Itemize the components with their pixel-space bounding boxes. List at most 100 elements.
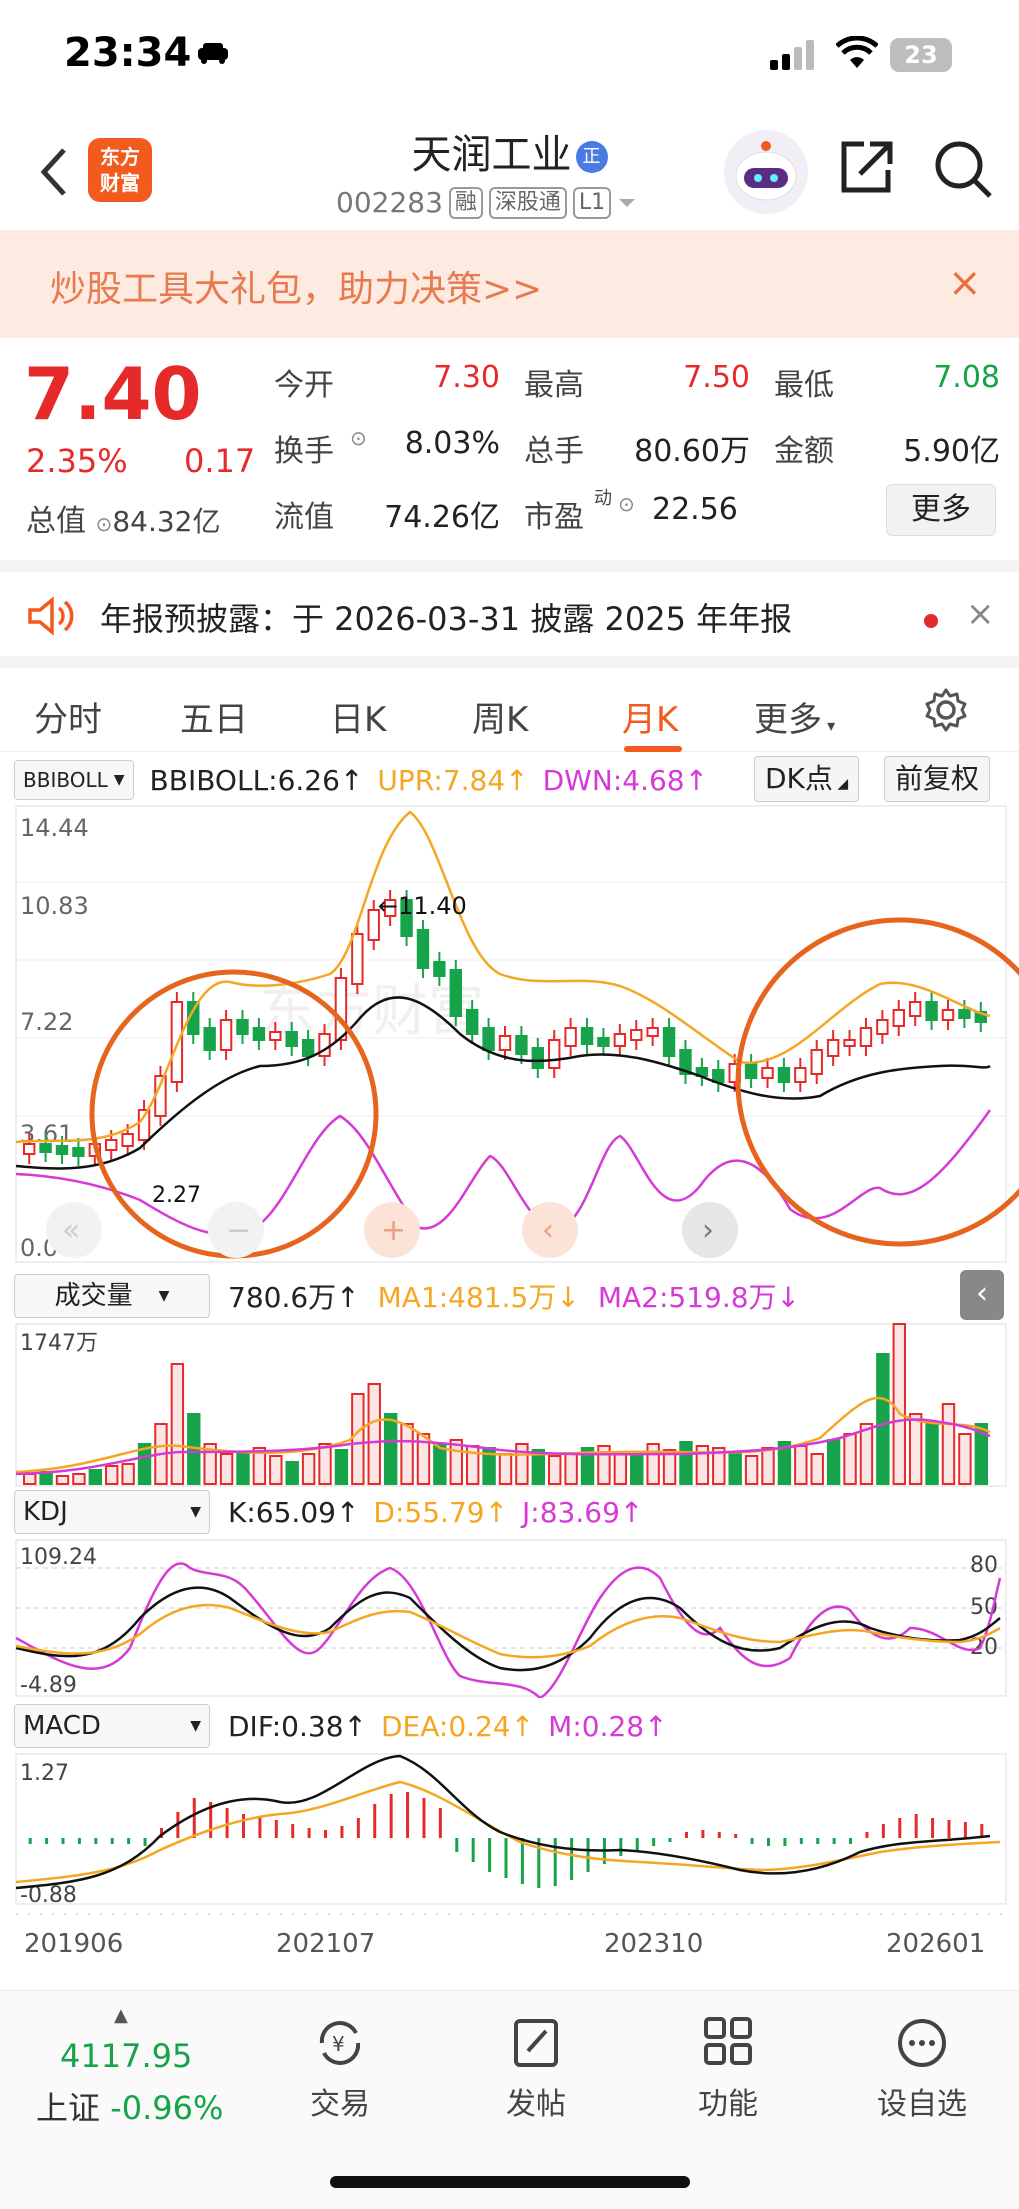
nav-add-watchlist[interactable]: 设自选	[862, 2015, 982, 2123]
promo-text[interactable]: 炒股工具大礼包，助力决策>>	[50, 260, 542, 312]
info-icon[interactable]: ⊙	[350, 426, 367, 450]
nav-post-label[interactable]: 发帖	[476, 2079, 596, 2123]
index-change[interactable]: -0.96%	[110, 2089, 223, 2127]
stock-name: 天润工业	[411, 132, 572, 178]
info-icon[interactable]: ⊙	[96, 512, 113, 536]
nav-functions[interactable]: 功能	[668, 2015, 788, 2123]
volume-bar	[826, 1439, 841, 1485]
dk-point-button[interactable]: DK点 ◢	[754, 756, 860, 802]
volume-indicator-select[interactable]: 成交量 ▼	[14, 1274, 210, 1318]
macd-indicator-select[interactable]: MACD ▼	[14, 1704, 210, 1748]
volume-bar	[105, 1465, 119, 1485]
kdj-level-80: 80	[970, 1553, 998, 1578]
share-icon[interactable]	[836, 138, 896, 198]
search-icon[interactable]	[932, 138, 994, 200]
volume-bar	[744, 1455, 759, 1485]
kdj-d-value: D:55.79↑	[373, 1495, 509, 1529]
market-cap-label: 总值	[26, 504, 86, 539]
tab-more[interactable]: 更多 ▾	[754, 692, 835, 741]
index-value[interactable]: 4117.95	[60, 2037, 192, 2075]
scroll-left-icon[interactable]: ‹	[542, 1213, 554, 1248]
volume-bar	[843, 1433, 857, 1485]
volume-bar	[23, 1473, 37, 1485]
volume-bar	[383, 1413, 398, 1485]
signal-icon	[770, 40, 814, 70]
volume-bar	[498, 1453, 513, 1485]
volume-bar	[170, 1363, 185, 1485]
volume-indicator-label[interactable]: 成交量	[55, 1275, 133, 1317]
nav-add-watchlist-label[interactable]: 设自选	[862, 2079, 982, 2123]
quote-label-low: 最低	[774, 368, 834, 403]
dwn-value: DWN:4.68↑	[542, 763, 709, 797]
nav-trade-label[interactable]: 交易	[280, 2079, 400, 2123]
quote-label-high: 最高	[524, 368, 584, 403]
promo-banner[interactable]: 炒股工具大礼包，助力决策>> ×	[0, 230, 1019, 338]
kline-indicator-select[interactable]: BBIBOLL ▼	[14, 760, 134, 800]
dropdown-arrow-icon[interactable]	[617, 196, 637, 210]
adjust-mode-button[interactable]: 前复权	[884, 756, 991, 802]
kline-indicator-row: BBIBOLL ▼ BBIBOLL:6.26↑ UPR:7.84↑ DWN:4.6…	[14, 756, 708, 804]
scroll-right-icon[interactable]: ›	[702, 1213, 714, 1248]
volume-bar	[761, 1447, 775, 1485]
x-label-4: 202601	[886, 1929, 985, 1959]
volume-bar	[728, 1453, 742, 1485]
volume-chart[interactable]: 1747万	[0, 1322, 1019, 1488]
volume-bar	[55, 1475, 70, 1485]
zoom-in-icon[interactable]: +	[381, 1213, 406, 1248]
assistant-robot-icon[interactable]	[724, 130, 808, 214]
kline-chart[interactable]: 东方财富 14.44 10.83 7.22 3.61 0.00 ←11.40 2…	[0, 804, 1019, 1264]
kdj-indicator-select[interactable]: KDJ ▼	[14, 1490, 210, 1534]
collapse-panel-button[interactable]: ‹	[960, 1270, 1004, 1320]
stock-subtitle: 002283 融 深股通 L1	[336, 186, 637, 219]
zoom-out-icon[interactable]: −	[226, 1213, 251, 1248]
dk-point-label[interactable]: DK点	[765, 762, 833, 795]
tab-more-label[interactable]: 更多	[754, 700, 822, 740]
kdj-indicator-label[interactable]: KDJ	[23, 1491, 68, 1533]
volume-bar	[876, 1353, 890, 1485]
kline-indicator-label[interactable]: BBIBOLL	[23, 759, 108, 801]
expand-up-icon[interactable]: ▲	[114, 2005, 128, 2026]
close-icon[interactable]: ×	[966, 594, 995, 634]
chevron-down-icon: ▼	[113, 772, 125, 788]
volume-bar	[958, 1433, 972, 1485]
kdj-j-value: J:83.69↑	[522, 1495, 644, 1529]
macd-indicator-label[interactable]: MACD	[23, 1705, 101, 1747]
macd-chart[interactable]: 1.27 -0.88 201906 202107 202310 202601	[0, 1752, 1019, 1962]
volume-bar	[301, 1453, 316, 1485]
grid-icon[interactable]	[698, 2015, 758, 2071]
nav-post[interactable]: 发帖	[476, 2015, 596, 2123]
macd-indicator-row: MACD ▼ DIF:0.38↑ DEA:0.24↑ M:0.28↑	[14, 1702, 668, 1750]
index-summary[interactable]: 上证 -0.96%	[36, 2083, 223, 2129]
info-icon[interactable]: ⊙	[618, 492, 635, 516]
nav-trade[interactable]: ¥ 交易	[280, 2015, 400, 2123]
close-icon[interactable]: ×	[948, 260, 982, 306]
quote-value-volume: 80.60万	[634, 434, 750, 469]
chevron-down-icon: ▼	[190, 1718, 201, 1734]
trade-icon[interactable]: ¥	[310, 2015, 370, 2071]
tab-daily-k[interactable]: 日K	[330, 692, 386, 741]
notice-bar[interactable]: 年报预披露：于 2026-03-31 披露 2025 年年报 ×	[0, 560, 1019, 656]
volume-bar	[318, 1443, 332, 1485]
battery-icon: 23	[890, 38, 952, 72]
volume-bar	[548, 1455, 562, 1485]
volume-bar	[908, 1413, 923, 1485]
more-dots-icon[interactable]	[892, 2015, 952, 2071]
tab-weekly-k[interactable]: 周K	[472, 692, 528, 741]
edit-icon[interactable]	[506, 2015, 566, 2071]
volume-bar	[269, 1455, 283, 1485]
volume-bar	[892, 1323, 906, 1485]
tab-monthly-k[interactable]: 月K	[622, 692, 678, 741]
tab-five-day[interactable]: 五日	[180, 692, 248, 741]
kdj-indicator-row: KDJ ▼ K:65.09↑ D:55.79↑ J:83.69↑	[14, 1488, 643, 1536]
kdj-chart[interactable]: 109.24 -4.89 80 50 20	[0, 1538, 1019, 1698]
nav-functions-label[interactable]: 功能	[668, 2079, 788, 2123]
tab-intraday[interactable]: 分时	[34, 692, 102, 741]
quote-value-open: 7.30	[433, 360, 500, 395]
more-button[interactable]: 更多	[886, 484, 996, 536]
settings-gear-icon[interactable]	[922, 686, 970, 734]
low-marker: 2.27	[152, 1183, 201, 1208]
notice-text[interactable]: 年报预披露：于 2026-03-31 披露 2025 年年报	[100, 594, 792, 640]
index-name[interactable]: 上证	[36, 2089, 100, 2127]
rewind-icon[interactable]: «	[62, 1213, 80, 1248]
high-marker: ←11.40	[378, 892, 467, 920]
